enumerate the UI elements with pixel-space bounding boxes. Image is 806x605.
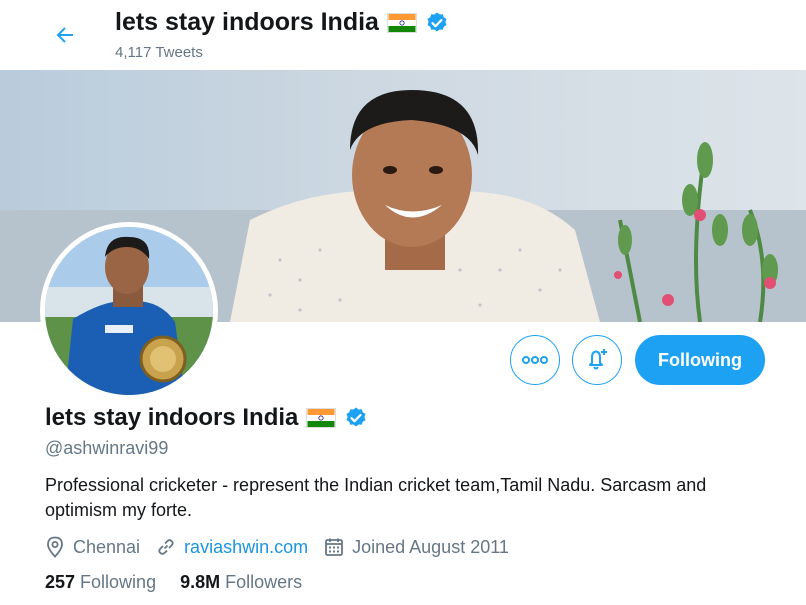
following-count: 257 [45, 572, 76, 592]
website-link[interactable]: raviashwin.com [184, 537, 308, 558]
verified-badge-icon [346, 407, 366, 427]
location-item: Chennai [45, 536, 140, 558]
profile-name-row: lets stay indoors India [45, 404, 368, 432]
calendar-icon [325, 538, 344, 556]
profile-name: lets stay indoors India [45, 404, 299, 431]
header-title-row: lets stay indoors India [115, 8, 449, 37]
followers-stat[interactable]: 9.8M Followers [180, 572, 302, 593]
joined-text: Joined August 2011 [352, 536, 509, 557]
profile-handle: @ashwinravi99 [45, 438, 169, 458]
india-flag-icon [386, 12, 417, 33]
avatar[interactable] [40, 222, 218, 400]
arrow-left-icon [56, 27, 73, 43]
location-pin-icon [47, 536, 63, 558]
tweet-count: 4,117 Tweets [115, 44, 203, 61]
bell-plus-icon [589, 349, 607, 370]
following-stat[interactable]: 257 Following [45, 572, 156, 593]
profile-bio: Professional cricketer - represent the I… [45, 475, 707, 520]
followers-label: Followers [225, 572, 303, 592]
profile-stats: 257 Following 9.8M Followers [45, 572, 326, 593]
header-title: lets stay indoors India [115, 8, 379, 36]
following-label: Following [80, 572, 157, 592]
link-icon [158, 539, 174, 555]
profile-meta: Chennai raviashwin.com Joined August 201… [45, 536, 525, 558]
back-button[interactable] [48, 18, 82, 52]
more-dots-icon [522, 356, 548, 364]
following-button[interactable]: Following [635, 335, 765, 385]
more-options-button[interactable] [510, 335, 560, 385]
profile-header: lets stay indoors India 4,117 Tweets [0, 0, 806, 70]
notifications-button[interactable] [572, 335, 622, 385]
avatar-photo [45, 227, 213, 395]
website-item: raviashwin.com [156, 537, 308, 558]
joined-item: Joined August 2011 [324, 537, 509, 558]
india-flag-icon [306, 408, 337, 428]
followers-count: 9.8M [180, 572, 221, 592]
location-text: Chennai [73, 536, 141, 557]
verified-badge-icon [427, 12, 447, 32]
